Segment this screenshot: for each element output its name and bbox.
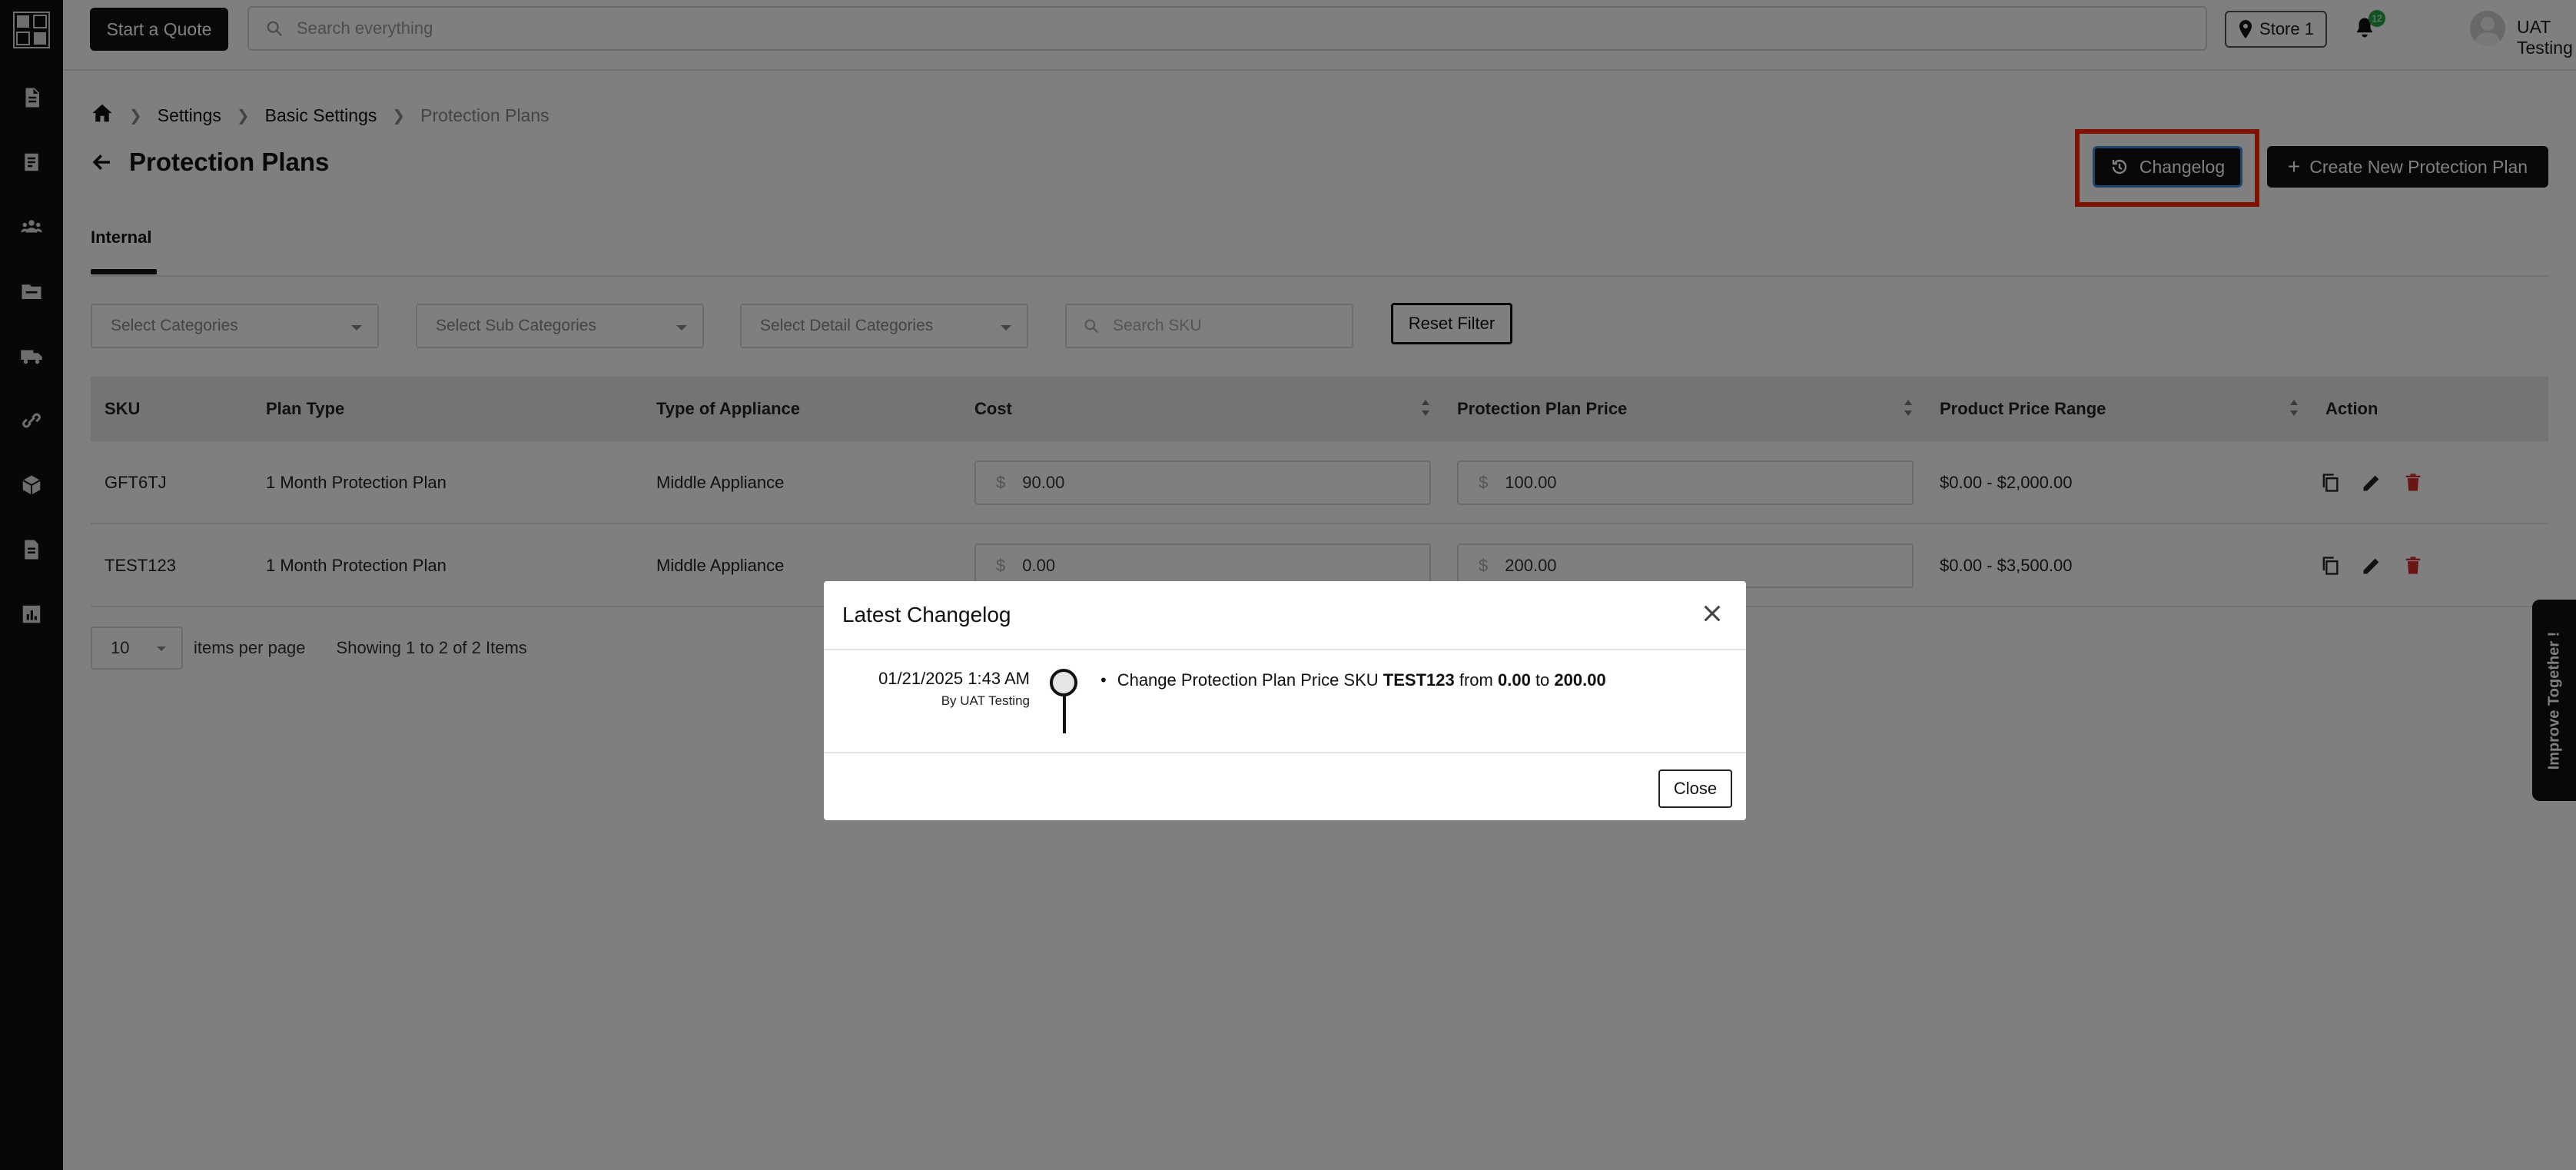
changelog-entry-text: • Change Protection Plan Price SKU TEST12… — [1100, 670, 1606, 690]
entry-to-word: to — [1535, 670, 1550, 690]
bullet: • — [1100, 670, 1107, 690]
entry-from-value: 0.00 — [1497, 670, 1531, 690]
changelog-entry-date: 01/21/2025 1:43 AM — [878, 669, 1030, 688]
close-icon[interactable] — [1701, 603, 1725, 626]
entry-to-value: 200.00 — [1554, 670, 1606, 690]
modal-footer: Close — [824, 752, 1746, 820]
entry-sku: TEST123 — [1383, 670, 1455, 690]
modal-title: Latest Changelog — [842, 603, 1011, 627]
entry-prefix: Change Protection Plan Price SKU — [1117, 670, 1379, 690]
close-button[interactable]: Close — [1658, 769, 1732, 808]
timeline-dot — [1050, 669, 1077, 696]
entry-from-word: from — [1459, 670, 1493, 690]
modal-header: Latest Changelog — [824, 581, 1746, 650]
changelog-entry-author: By UAT Testing — [941, 693, 1030, 708]
timeline-line — [1063, 695, 1066, 733]
changelog-modal: Latest Changelog 01/21/2025 1:43 AM By U… — [824, 581, 1746, 820]
